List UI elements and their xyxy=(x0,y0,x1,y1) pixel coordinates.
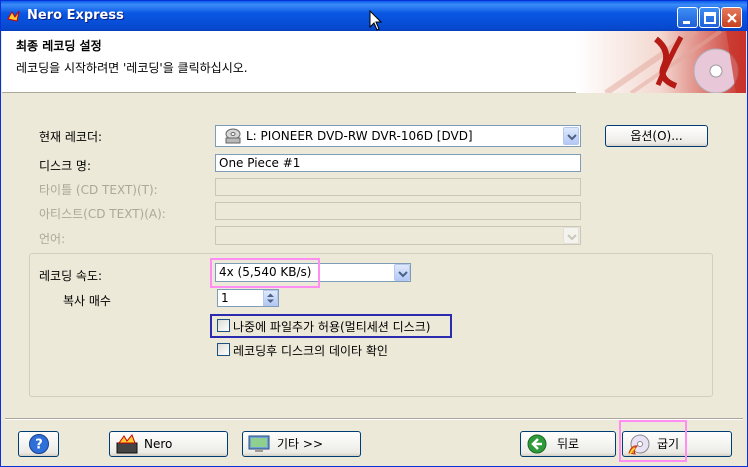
recorder-dropdown-button[interactable] xyxy=(563,127,579,145)
spin-arrows-icon xyxy=(267,293,274,303)
multisession-label[interactable]: 나중에 파일추가 허용(멀티세션 디스크) xyxy=(233,318,430,335)
copies-value: 1 xyxy=(221,291,229,305)
nero-button[interactable]: Nero xyxy=(109,431,228,457)
cd-text-title-input[interactable] xyxy=(215,178,581,196)
close-button[interactable] xyxy=(721,7,742,28)
disc-name-input[interactable]: One Piece #1 xyxy=(215,154,581,172)
speed-dropdown-button[interactable] xyxy=(394,264,410,281)
dvd-drive-icon xyxy=(225,128,241,144)
recording-speed-label: 레코딩 속도: xyxy=(39,269,103,283)
monitor-icon xyxy=(248,435,270,452)
copies-spin-buttons[interactable] xyxy=(263,290,278,306)
wizard-header: 최종 레코딩 설정 레코딩을 시작하려면 '레코딩'을 클릭하십시오. xyxy=(2,31,746,93)
chevron-down-icon xyxy=(398,271,408,278)
cd-text-title-label: 타이틀 (CD TEXT)(T): xyxy=(39,183,158,197)
more-button-label: 기타 >> xyxy=(277,437,324,451)
options-button[interactable]: 옵션(O)... xyxy=(605,125,708,147)
chevron-down-icon xyxy=(567,234,577,241)
nero-toolbox-icon xyxy=(116,434,138,454)
verify-checkbox[interactable] xyxy=(217,343,230,356)
language-select[interactable] xyxy=(215,226,581,245)
copies-label: 복사 매수 xyxy=(63,294,111,308)
nero-express-window: Nero Express 최종 레코딩 설정 레코딩을 시작하려면 '레코딩'을… xyxy=(0,0,748,467)
minimize-button[interactable] xyxy=(677,7,698,28)
multisession-checkbox[interactable] xyxy=(217,319,230,332)
window-title: Nero Express xyxy=(27,8,124,23)
nero-logo-graphic xyxy=(576,31,746,93)
disc-name-label: 디스크 명: xyxy=(39,159,92,173)
burn-highlight-box xyxy=(619,420,687,462)
minimize-icon xyxy=(683,21,690,24)
recorder-label: 현재 레코더: xyxy=(39,130,103,144)
back-button-label: 뒤로 xyxy=(557,437,580,451)
maximize-button[interactable] xyxy=(699,7,720,28)
back-arrow-icon xyxy=(527,434,547,454)
verify-label[interactable]: 레코딩후 디스크의 데이타 확인 xyxy=(233,342,388,359)
nero-button-label: Nero xyxy=(144,437,173,451)
speed-highlight-box xyxy=(210,258,320,288)
nero-app-icon xyxy=(7,10,20,22)
page-title: 최종 레코딩 설정 xyxy=(16,39,102,53)
language-label: 언어: xyxy=(39,232,66,246)
page-subtitle: 레코딩을 시작하려면 '레코딩'을 클릭하십시오. xyxy=(16,61,248,75)
language-dropdown-button[interactable] xyxy=(563,227,579,244)
maximize-icon xyxy=(704,12,716,24)
close-icon xyxy=(727,13,737,23)
cd-text-artist-label: 아티스트(CD TEXT)(A): xyxy=(39,207,166,221)
help-button[interactable]: ? xyxy=(18,431,59,457)
help-icon: ? xyxy=(29,434,49,454)
more-button[interactable]: 기타 >> xyxy=(242,431,361,457)
cd-text-artist-input[interactable] xyxy=(215,202,581,220)
recorder-value: L: PIONEER DVD-RW DVR-106D [DVD] xyxy=(246,129,473,143)
chevron-down-icon xyxy=(567,134,577,141)
mouse-cursor-icon xyxy=(369,10,383,31)
back-button[interactable]: 뒤로 xyxy=(520,431,616,457)
svg-text:?: ? xyxy=(35,438,43,453)
recorder-select[interactable]: L: PIONEER DVD-RW DVR-106D [DVD] xyxy=(215,125,581,147)
